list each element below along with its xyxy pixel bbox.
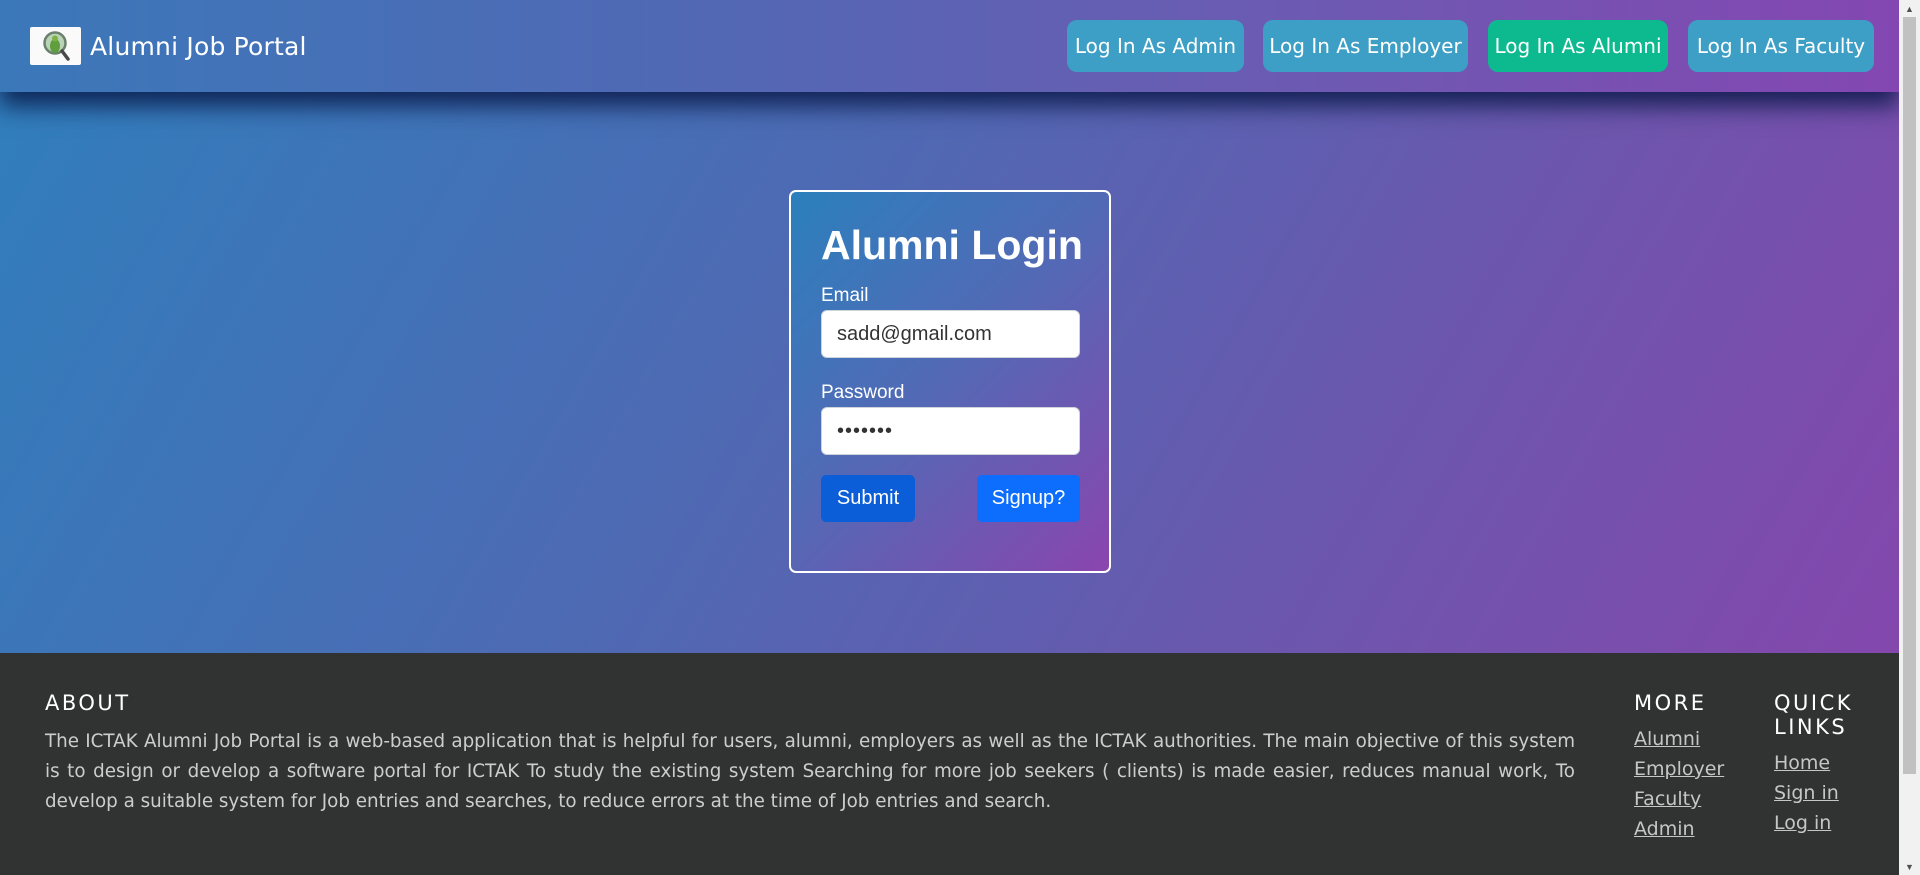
login-title: Alumni Login — [821, 222, 1083, 268]
footer-link-sign-in[interactable]: Sign in — [1774, 781, 1839, 805]
footer-link-faculty[interactable]: Faculty — [1634, 787, 1701, 811]
top-navbar: Alumni Job Portal Log In As Admin Log In… — [0, 0, 1899, 92]
password-label: Password — [821, 382, 905, 403]
brand[interactable]: Alumni Job Portal — [30, 27, 307, 65]
magnifier-person-icon — [30, 27, 81, 65]
footer-link-admin[interactable]: Admin — [1634, 817, 1695, 841]
login-as-alumni-button[interactable]: Log In As Alumni — [1488, 20, 1668, 72]
password-input[interactable] — [821, 407, 1080, 455]
footer-link-log-in[interactable]: Log in — [1774, 811, 1831, 835]
alumni-login-card: Alumni Login Email Password Submit Signu… — [789, 190, 1111, 573]
quick-links-heading: QUICK LINKS — [1774, 691, 1854, 739]
triangle-down-icon[interactable]: ▼ — [1899, 858, 1920, 875]
footer-link-employer[interactable]: Employer — [1634, 757, 1724, 781]
footer-link-alumni[interactable]: Alumni — [1634, 727, 1700, 751]
footer-link-home[interactable]: Home — [1774, 751, 1830, 775]
signup-button[interactable]: Signup? — [977, 475, 1080, 522]
about-heading: ABOUT — [45, 691, 131, 715]
submit-button[interactable]: Submit — [821, 475, 915, 522]
about-text: The ICTAK Alumni Job Portal is a web-bas… — [45, 731, 1575, 812]
email-input[interactable] — [821, 310, 1080, 358]
triangle-up-icon[interactable]: ▲ — [1899, 0, 1920, 17]
scrollbar-thumb[interactable] — [1903, 17, 1916, 774]
more-heading: MORE — [1634, 691, 1707, 715]
login-as-faculty-button[interactable]: Log In As Faculty — [1688, 20, 1874, 72]
login-as-admin-button[interactable]: Log In As Admin — [1067, 20, 1244, 72]
email-label: Email — [821, 285, 869, 306]
login-as-employer-button[interactable]: Log In As Employer — [1263, 20, 1468, 72]
vertical-scrollbar[interactable]: ▲ ▼ — [1899, 0, 1920, 875]
footer: ABOUT The ICTAK Alumni Job Portal is a w… — [0, 653, 1899, 875]
brand-title: Alumni Job Portal — [90, 31, 307, 61]
